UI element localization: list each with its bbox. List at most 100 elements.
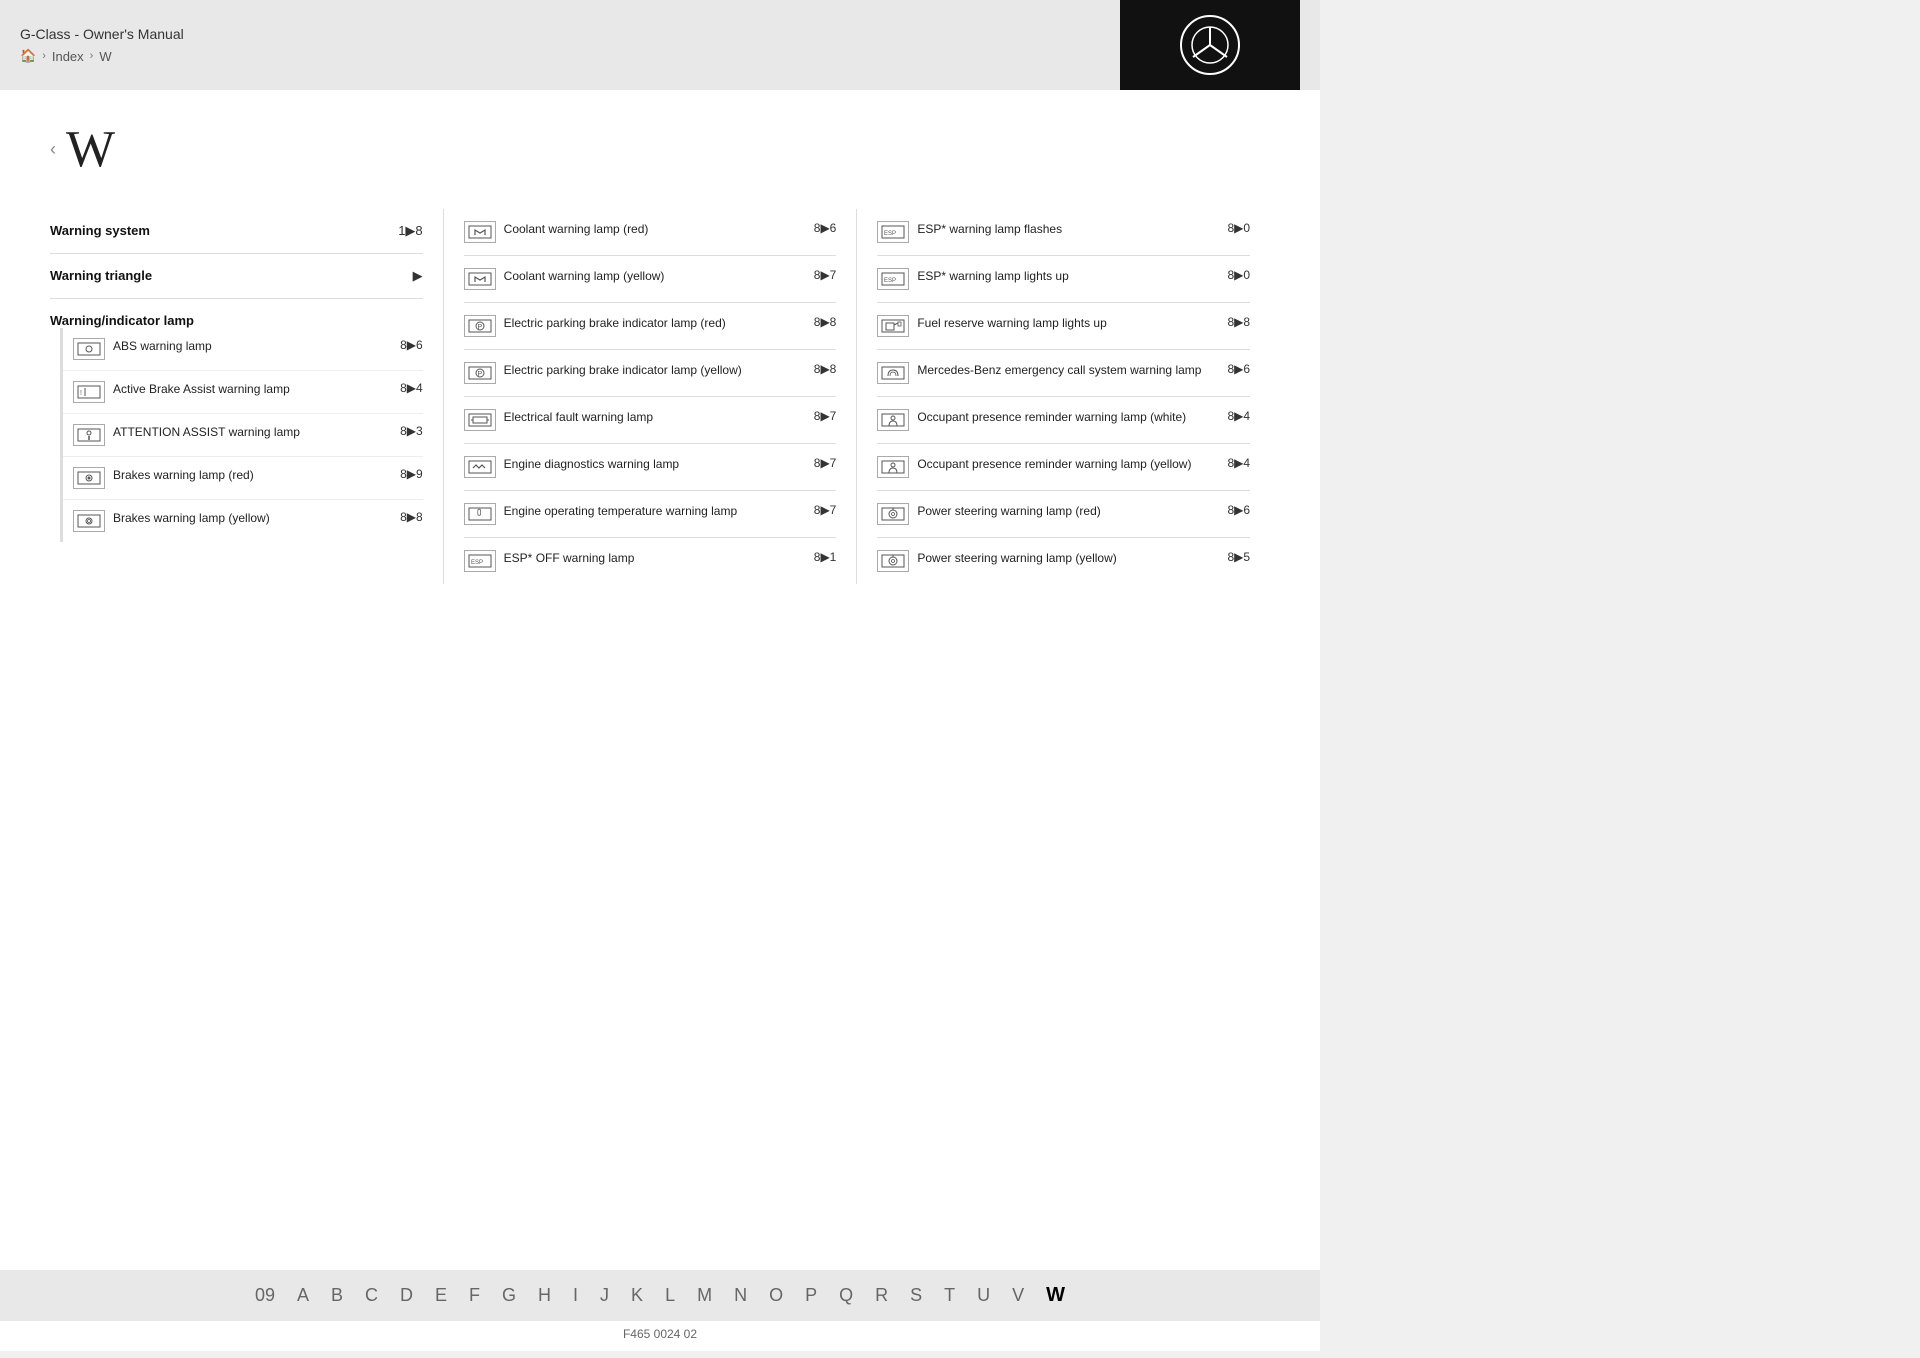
engine-diag-icon — [464, 456, 496, 478]
item-content: Occupant presence reminder warning lamp … — [877, 409, 1221, 431]
nav-e[interactable]: E — [435, 1285, 447, 1306]
nav-c[interactable]: C — [365, 1285, 378, 1306]
item-content: ATTENTION ASSIST warning lamp — [73, 424, 394, 446]
engine-temp-label: Engine operating temperature warning lam… — [504, 503, 808, 520]
list-item[interactable]: Fuel reserve warning lamp lights up 8▶8 — [877, 303, 1250, 350]
fuel-reserve-icon — [877, 315, 909, 337]
list-item[interactable]: Power steering warning lamp (yellow) 8▶5 — [877, 538, 1250, 584]
nav-k[interactable]: K — [631, 1285, 643, 1306]
nav-h[interactable]: H — [538, 1285, 551, 1306]
nav-g[interactable]: G — [502, 1285, 516, 1306]
list-item[interactable]: Occupant presence reminder warning lamp … — [877, 444, 1250, 491]
list-item[interactable]: Brakes warning lamp (yellow) 8▶8 — [63, 500, 423, 542]
coolant-red-label: Coolant warning lamp (red) — [504, 221, 808, 238]
right-column: ESP ESP* warning lamp flashes 8▶0 ESP ES… — [857, 209, 1270, 584]
list-item[interactable]: Occupant presence reminder warning lamp … — [877, 397, 1250, 444]
nav-09[interactable]: 09 — [255, 1285, 275, 1306]
list-item[interactable]: P Electric parking brake indicator lamp … — [464, 303, 837, 350]
manual-title: G-Class - Owner's Manual — [20, 26, 184, 42]
nav-d[interactable]: D — [400, 1285, 413, 1306]
engine-diag-label: Engine diagnostics warning lamp — [504, 456, 808, 473]
list-item[interactable]: ! Active Brake Assist warning lamp 8▶4 — [63, 371, 423, 414]
emergency-call-label: Mercedes-Benz emergency call system warn… — [917, 362, 1221, 379]
breadcrumb-index[interactable]: Index — [52, 49, 84, 64]
esp-off-label: ESP* OFF warning lamp — [504, 550, 808, 567]
svg-text:!: ! — [80, 390, 82, 397]
brakes-red-icon — [73, 467, 105, 489]
esp-off-icon: ESP — [464, 550, 496, 572]
nav-t[interactable]: T — [944, 1285, 955, 1306]
warning-indicator-label: Warning/indicator lamp — [50, 313, 423, 328]
item-content: Brakes warning lamp (yellow) — [73, 510, 394, 532]
list-item[interactable]: Engine operating temperature warning lam… — [464, 491, 837, 538]
list-item[interactable]: Electrical fault warning lamp 8▶7 — [464, 397, 837, 444]
warning-system-entry[interactable]: Warning system 1▶8 — [50, 209, 423, 254]
sub-list: ABS warning lamp 8▶6 ! Active Brake Assi… — [60, 328, 423, 542]
list-item[interactable]: Coolant warning lamp (yellow) 8▶7 — [464, 256, 837, 303]
svg-text:ESP: ESP — [884, 278, 896, 284]
breadcrumb-home[interactable]: 🏠 — [20, 48, 36, 64]
nav-f[interactable]: F — [469, 1285, 480, 1306]
esp-lights-icon: ESP — [877, 268, 909, 290]
svg-text:P: P — [477, 324, 482, 331]
item-content: Engine operating temperature warning lam… — [464, 503, 808, 525]
nav-p[interactable]: P — [805, 1285, 817, 1306]
coolant-red-ref: 8▶6 — [814, 221, 837, 235]
warning-triangle-entry[interactable]: Warning triangle ▶ — [50, 254, 423, 299]
nav-b[interactable]: B — [331, 1285, 343, 1306]
item-content: ESP ESP* warning lamp flashes — [877, 221, 1221, 243]
list-item[interactable]: ABS warning lamp 8▶6 — [63, 328, 423, 371]
svg-text:P: P — [477, 371, 482, 378]
brakes-red-label: Brakes warning lamp (red) — [113, 467, 394, 484]
engine-diag-ref: 8▶7 — [814, 456, 837, 470]
content-columns: Warning system 1▶8 Warning triangle ▶ Wa… — [50, 209, 1270, 584]
power-steering-yellow-ref: 8▶5 — [1227, 550, 1250, 564]
esp-lights-label: ESP* warning lamp lights up — [917, 268, 1221, 285]
elec-fault-label: Electrical fault warning lamp — [504, 409, 808, 426]
logo-area — [1120, 0, 1300, 90]
attention-assist-label: ATTENTION ASSIST warning lamp — [113, 424, 394, 441]
nav-q[interactable]: Q — [839, 1285, 853, 1306]
power-steering-red-label: Power steering warning lamp (red) — [917, 503, 1221, 520]
nav-w[interactable]: W — [1046, 1284, 1065, 1307]
item-content: Electrical fault warning lamp — [464, 409, 808, 431]
list-item[interactable]: P Electric parking brake indicator lamp … — [464, 350, 837, 397]
list-item[interactable]: Brakes warning lamp (red) 8▶9 — [63, 457, 423, 500]
esp-off-ref: 8▶1 — [814, 550, 837, 564]
list-item[interactable]: ESP ESP* warning lamp flashes 8▶0 — [877, 209, 1250, 256]
attention-assist-icon — [73, 424, 105, 446]
nav-i[interactable]: I — [573, 1285, 578, 1306]
nav-j[interactable]: J — [600, 1285, 609, 1306]
nav-a[interactable]: A — [297, 1285, 309, 1306]
item-content: Coolant warning lamp (yellow) — [464, 268, 808, 290]
breadcrumb-w[interactable]: W — [99, 49, 111, 64]
item-content: ABS warning lamp — [73, 338, 394, 360]
header-right — [1120, 0, 1300, 90]
nav-v[interactable]: V — [1012, 1285, 1024, 1306]
list-item[interactable]: Power steering warning lamp (red) 8▶6 — [877, 491, 1250, 538]
elec-fault-ref: 8▶7 — [814, 409, 837, 423]
item-content: Power steering warning lamp (red) — [877, 503, 1221, 525]
list-item[interactable]: Engine diagnostics warning lamp 8▶7 — [464, 444, 837, 491]
nav-o[interactable]: O — [769, 1285, 783, 1306]
active-brake-label: Active Brake Assist warning lamp — [113, 381, 394, 398]
prev-arrow[interactable]: ‹ — [50, 139, 56, 160]
item-content: Occupant presence reminder warning lamp … — [877, 456, 1221, 478]
list-item[interactable]: ATTENTION ASSIST warning lamp 8▶3 — [63, 414, 423, 457]
bottom-navigation: 09 A B C D E F G H I J K L M N O P Q R S… — [0, 1270, 1320, 1321]
nav-n[interactable]: N — [734, 1285, 747, 1306]
active-brake-icon: ! — [73, 381, 105, 403]
list-item[interactable]: ESP ESP* warning lamp lights up 8▶0 — [877, 256, 1250, 303]
nav-r[interactable]: R — [875, 1285, 888, 1306]
nav-s[interactable]: S — [910, 1285, 922, 1306]
nav-u[interactable]: U — [977, 1285, 990, 1306]
chevron-1: › — [42, 50, 46, 62]
nav-m[interactable]: M — [697, 1285, 712, 1306]
list-item[interactable]: Mercedes-Benz emergency call system warn… — [877, 350, 1250, 397]
warning-system-ref: 1▶8 — [398, 223, 422, 239]
nav-l[interactable]: L — [665, 1285, 675, 1306]
list-item[interactable]: ESP ESP* OFF warning lamp 8▶1 — [464, 538, 837, 584]
attention-assist-ref: 8▶3 — [400, 424, 423, 438]
occupant-white-label: Occupant presence reminder warning lamp … — [917, 409, 1221, 426]
list-item[interactable]: Coolant warning lamp (red) 8▶6 — [464, 209, 837, 256]
